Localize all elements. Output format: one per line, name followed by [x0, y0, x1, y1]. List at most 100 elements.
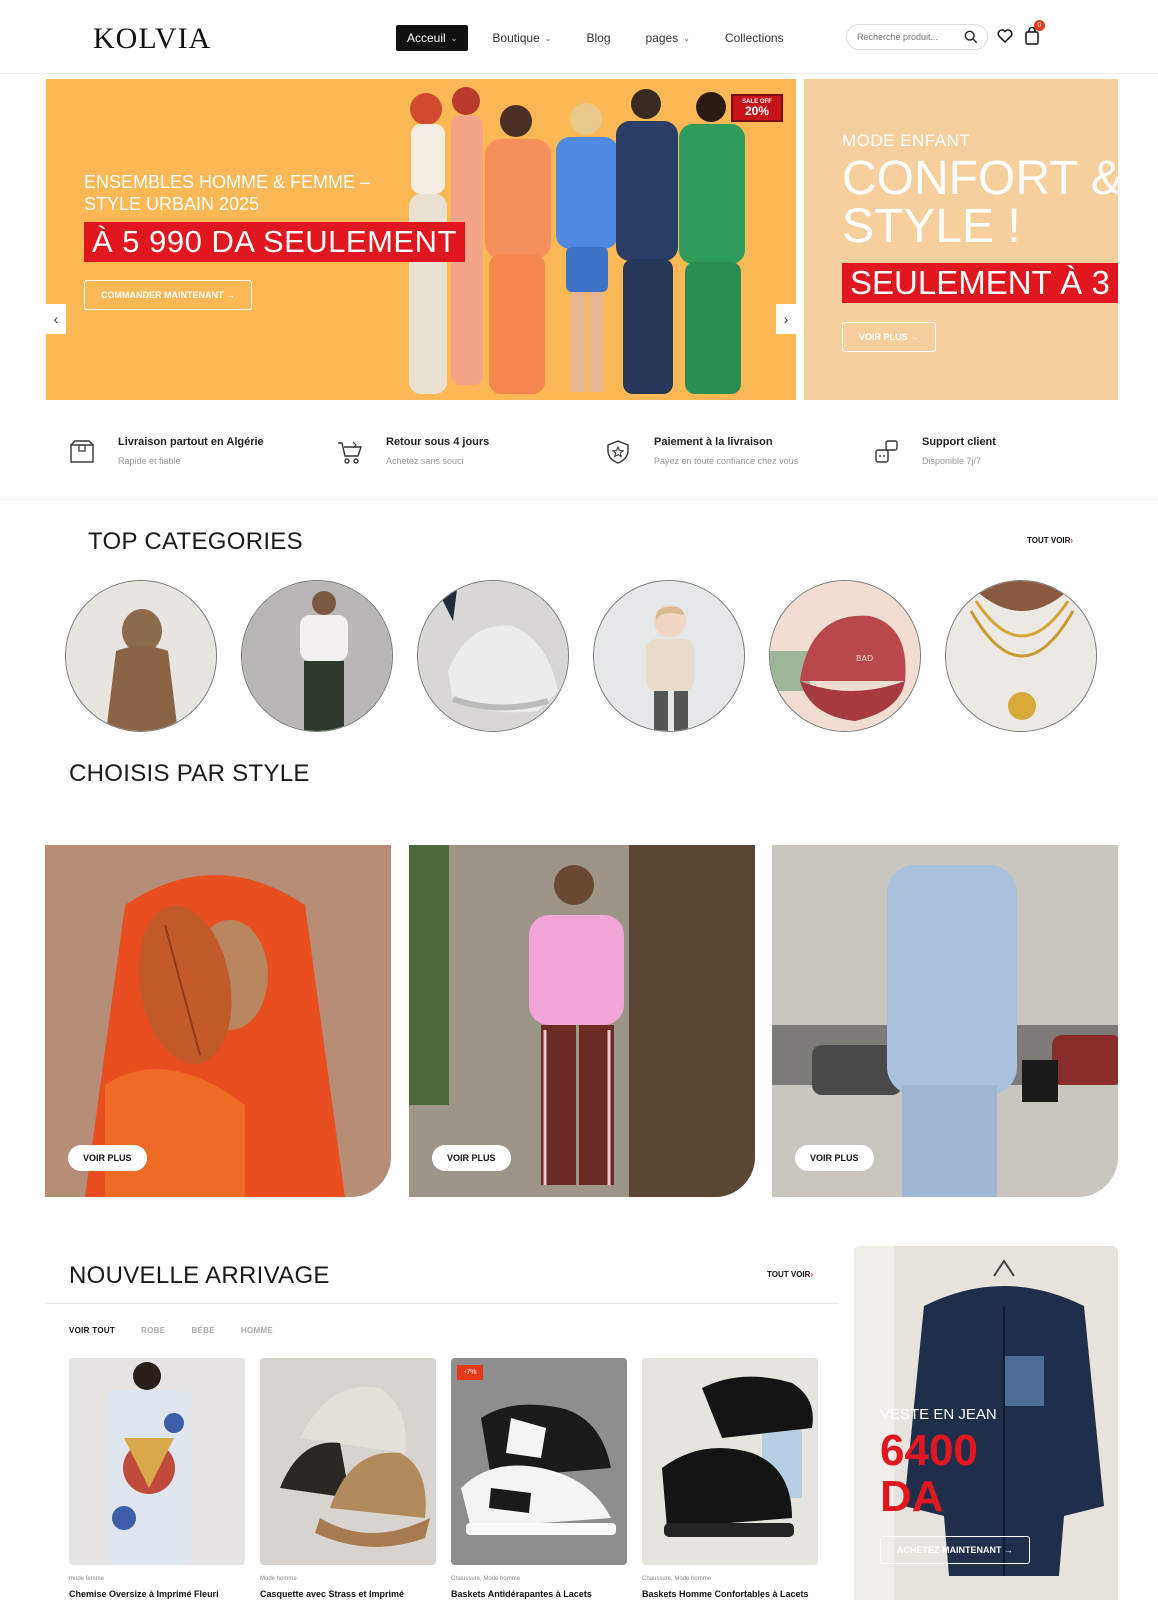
site-logo[interactable]: KOLVIA — [93, 22, 211, 56]
nav-item-pages[interactable]: pages ⌄ — [635, 25, 701, 51]
main-nav: Acceuil ⌄ Boutique ⌄ Blog pages ⌄ Collec… — [396, 25, 808, 51]
product-image[interactable]: -7% — [451, 1358, 627, 1565]
category-image — [594, 581, 744, 731]
side-kicker: MODE ENFANT — [842, 131, 971, 150]
tab-all[interactable]: VOIR TOUT — [69, 1326, 115, 1335]
side-title-line2: STYLE ! — [842, 200, 1021, 253]
feature-returns: Retour sous 4 jours Achetez sans souci — [336, 436, 489, 466]
style-card-modest[interactable]: VOIR PLUS — [45, 845, 391, 1197]
chevron-right-icon[interactable]: › — [776, 304, 796, 334]
discount-badge: -7% — [457, 1365, 484, 1380]
nav-label: pages — [645, 31, 679, 45]
promo-price: 6400 DA — [880, 1426, 978, 1521]
category-caps[interactable]: BAD — [769, 580, 921, 732]
feature-title: Paiement à la livraison — [654, 436, 773, 448]
nav-item-collections[interactable]: Collections — [714, 25, 795, 51]
nav-label: Collections — [724, 31, 784, 45]
category-jewelry[interactable] — [945, 580, 1097, 732]
product-name[interactable]: Baskets Antidérapantes à Lacets — [451, 1589, 627, 1599]
features-bar: Livraison partout en Algérie Rapide et f… — [0, 408, 1158, 500]
product-image[interactable] — [260, 1358, 436, 1565]
nav-label: Acceuil — [407, 31, 446, 45]
tab-robe[interactable]: ROBE — [141, 1326, 165, 1335]
search-icon[interactable] — [964, 30, 978, 44]
buy-now-button[interactable]: ACHETEZ MAINTENANT → — [880, 1536, 1031, 1564]
see-more-button[interactable]: VOIR PLUS — [432, 1145, 511, 1171]
chevron-down-icon: ⌄ — [544, 33, 552, 43]
product-category: Mode homme — [260, 1576, 297, 1582]
top-categories-title: TOP CATEGORIES — [88, 528, 303, 555]
new-arrivals-title: NOUVELLE ARRIVAGE — [69, 1262, 330, 1289]
category-women[interactable] — [65, 580, 217, 732]
svg-text:BAD: BAD — [856, 654, 873, 663]
product-category: Chaussure, Mode homme — [451, 1576, 521, 1582]
see-more-button[interactable]: VOIR PLUS — [68, 1145, 147, 1171]
hero-slide: ENSEMBLES HOMME & FEMME – STYLE URBAIN 2… — [46, 79, 796, 400]
category-image: BAD — [770, 581, 920, 731]
nav-item-acceuil[interactable]: Acceuil ⌄ — [396, 25, 469, 51]
button-label: COMMANDER MAINTENANT — [101, 290, 224, 300]
sale-badge: SALE OFF 20% — [731, 94, 783, 122]
product-card[interactable]: Mode homme Casquette avec Strass et Impr… — [260, 1358, 436, 1599]
category-kids[interactable] — [593, 580, 745, 732]
order-now-button[interactable]: COMMANDER MAINTENANT → — [84, 280, 253, 310]
style-card-sport[interactable]: VOIR PLUS — [409, 845, 755, 1197]
search-input[interactable] — [857, 32, 957, 42]
hero-side-banner: MODE ENFANT CONFORT & STYLE ! SEULEMENT … — [804, 79, 1118, 400]
shield-star-icon — [607, 440, 629, 464]
product-card[interactable]: -7% Chaussure, Mode homme Baskets Antidé… — [451, 1358, 627, 1599]
category-men[interactable] — [241, 580, 393, 732]
heart-icon[interactable] — [997, 28, 1013, 44]
nav-item-blog[interactable]: Blog — [575, 25, 621, 51]
chevron-left-icon[interactable]: ‹ — [46, 304, 66, 334]
see-more-button[interactable]: VOIR PLUS — [795, 1145, 874, 1171]
hero-subtitle: ENSEMBLES HOMME & FEMME – STYLE URBAIN 2… — [84, 172, 371, 214]
feature-subtitle: Disponible 7j/7 — [922, 456, 982, 466]
chevron-right-icon: › — [1070, 536, 1074, 545]
feature-title: Support client — [922, 436, 996, 448]
tab-bebe[interactable]: BÉBÉ — [191, 1326, 214, 1335]
product-photo — [69, 1358, 245, 1565]
site-header: KOLVIA Acceuil ⌄ Boutique ⌄ Blog pages ⌄… — [0, 0, 1158, 74]
arrow-right-icon: → — [1004, 1545, 1014, 1555]
style-card-denim[interactable]: VOIR PLUS — [772, 845, 1118, 1197]
hero-price-banner: À 5 990 DA SEULEMENT — [84, 222, 465, 262]
tab-homme[interactable]: HOMME — [241, 1326, 273, 1335]
new-arrivals-see-all[interactable]: TOUT VOIR› — [767, 1270, 813, 1279]
category-image — [66, 581, 216, 731]
product-card[interactable]: mode femme Chemise Oversize à Imprimé Fl… — [69, 1358, 245, 1599]
cart-return-icon — [338, 441, 362, 464]
box-icon — [70, 440, 94, 463]
side-see-more-button[interactable]: VOIR PLUS → — [842, 322, 937, 352]
chevron-right-icon: › — [810, 1270, 814, 1279]
product-image[interactable] — [642, 1358, 818, 1565]
category-shoes[interactable] — [417, 580, 569, 732]
feature-delivery: Livraison partout en Algérie Rapide et f… — [68, 436, 264, 466]
feature-title: Retour sous 4 jours — [386, 436, 490, 448]
product-category: mode femme — [69, 1576, 105, 1582]
product-image[interactable] — [69, 1358, 245, 1565]
arrow-right-icon: → — [226, 290, 236, 300]
product-name[interactable]: Baskets Homme Confortables à Lacets — [642, 1589, 818, 1599]
product-name[interactable]: Chemise Oversize à Imprimé Fleuri — [69, 1589, 245, 1599]
see-all-label: TOUT VOIR — [767, 1270, 811, 1279]
top-categories-see-all[interactable]: TOUT VOIR› — [1027, 536, 1073, 545]
product-card[interactable]: Chaussure, Mode homme Baskets Homme Conf… — [642, 1358, 818, 1599]
product-name[interactable]: Casquette avec Strass et Imprimé — [260, 1589, 436, 1599]
promo-banner-jacket[interactable]: VESTE EN JEAN 6400 DA ACHETEZ MAINTENANT… — [854, 1246, 1118, 1600]
feature-support: Support client Disponible 7j/7 — [872, 436, 996, 466]
arrow-right-icon: → — [910, 332, 920, 342]
button-label: VOIR PLUS — [859, 332, 908, 342]
feature-subtitle: Payez en toute confiance chez vous — [654, 456, 799, 466]
product-photo — [642, 1358, 818, 1565]
nav-item-boutique[interactable]: Boutique ⌄ — [481, 25, 562, 51]
side-title: CONFORT & STYLE ! — [842, 155, 1118, 251]
product-category: Chaussure, Mode homme — [642, 1576, 712, 1582]
see-all-label: TOUT VOIR — [1027, 536, 1071, 545]
category-image — [242, 581, 392, 731]
nav-label: Blog — [586, 31, 611, 45]
side-price-banner: SEULEMENT À 3 — [842, 263, 1118, 303]
category-image — [418, 581, 568, 731]
side-title-line1: CONFORT & — [842, 152, 1118, 205]
chevron-down-icon: ⌄ — [450, 33, 458, 43]
